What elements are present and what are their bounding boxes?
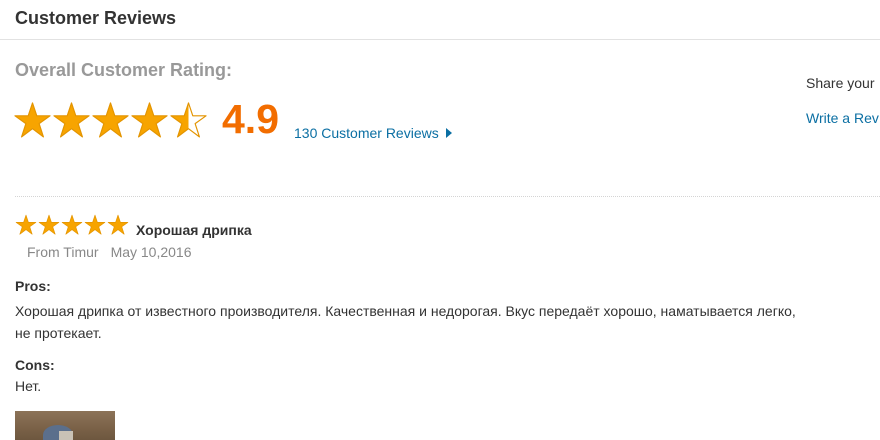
- write-review-link[interactable]: Write a Rev: [806, 110, 879, 126]
- review-photo-thumbnail[interactable]: [15, 411, 115, 440]
- divider: [15, 196, 880, 197]
- star-icon: [15, 214, 37, 235]
- section-header: Customer Reviews: [0, 0, 880, 40]
- star-icon: [92, 102, 129, 138]
- overall-rating-label: Overall Customer Rating:: [15, 60, 233, 80]
- photo-shape: [59, 431, 73, 440]
- pros-label: Pros:: [15, 278, 51, 294]
- star-icon: [131, 102, 168, 138]
- share-prompt: Share your: [806, 75, 875, 91]
- caret-right-icon: [445, 128, 452, 138]
- review-date: May 10,2016: [110, 244, 192, 260]
- star-icon: [53, 102, 90, 138]
- cons-label: Cons:: [15, 357, 55, 373]
- star-icon: [14, 102, 51, 138]
- section-title: Customer Reviews: [15, 8, 177, 28]
- overall-score: 4.9: [222, 96, 279, 142]
- star-icon: [61, 214, 83, 235]
- customer-reviews-link[interactable]: 130 Customer Reviews: [294, 125, 452, 141]
- review-author: From Timur: [27, 244, 99, 260]
- review-title: Хорошая дрипка: [136, 222, 252, 238]
- review-star-rating: [15, 214, 130, 236]
- pros-text: Хорошая дрипка от известного производите…: [15, 303, 796, 341]
- cons-text: Нет.: [15, 378, 42, 394]
- star-icon: [38, 214, 60, 235]
- customer-reviews-link-label[interactable]: 130 Customer Reviews: [294, 125, 439, 141]
- review-meta: From Timur May 10,2016: [27, 244, 192, 260]
- star-icon: [84, 214, 106, 235]
- star-icon: [170, 102, 207, 138]
- overall-star-rating: [13, 101, 208, 141]
- star-icon: [107, 214, 129, 235]
